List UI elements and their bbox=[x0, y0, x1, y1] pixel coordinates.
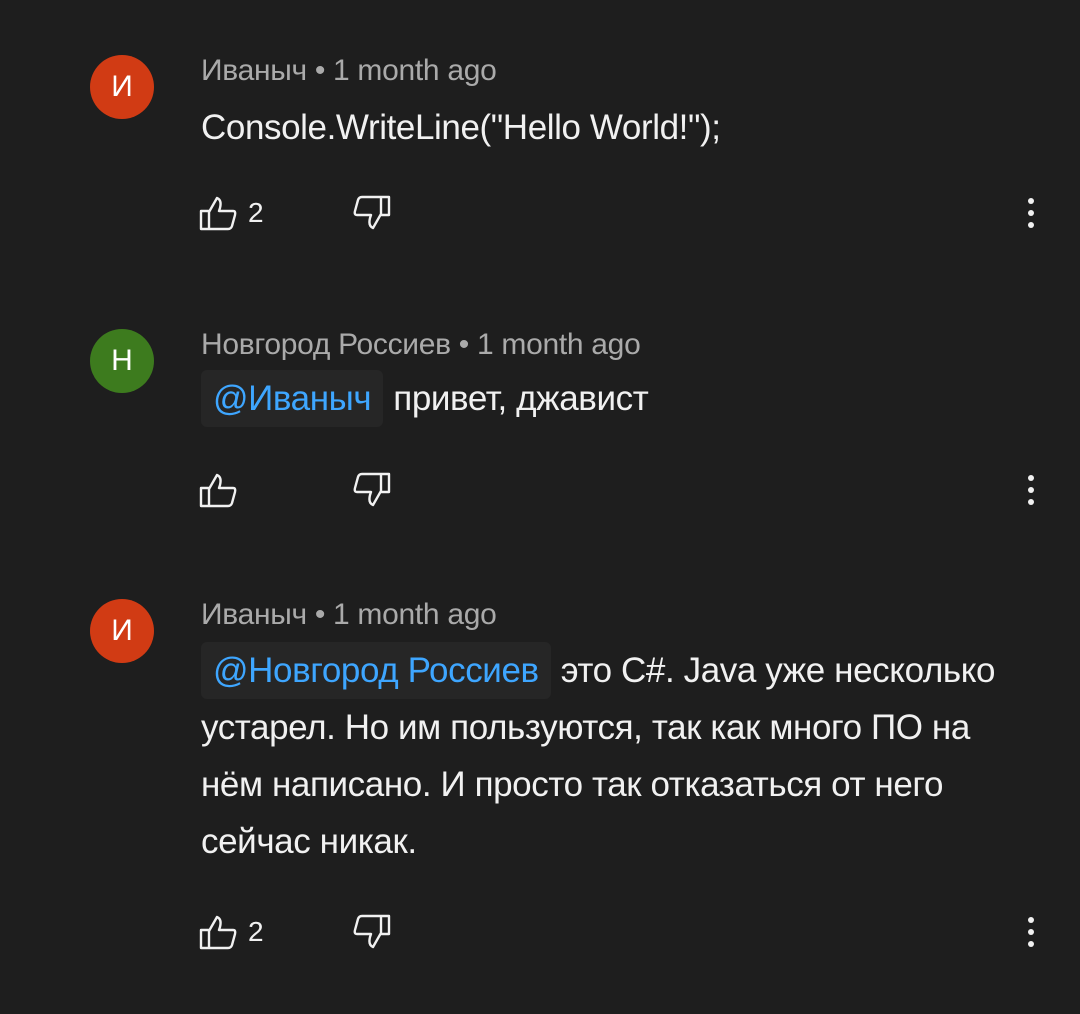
meta-separator: • bbox=[314, 598, 326, 631]
comment-text: Console.WriteLine("Hello World!"); bbox=[201, 99, 1041, 156]
meta-separator: • bbox=[458, 328, 470, 361]
comment-text: @Иваныч привет, джавист bbox=[201, 370, 1041, 427]
mention-link[interactable]: @Иваныч bbox=[201, 370, 384, 427]
mention-link[interactable]: @Новгород Россиев bbox=[201, 642, 551, 699]
avatar-letter: Н bbox=[111, 344, 133, 377]
comment-author[interactable]: Иваныч bbox=[201, 598, 307, 631]
more-vert-icon bbox=[1028, 475, 1034, 505]
comment-meta: Иваныч • 1 month ago bbox=[201, 598, 497, 632]
like-button[interactable]: 2 bbox=[198, 912, 264, 952]
meta-separator: • bbox=[314, 54, 326, 87]
comment-author[interactable]: Новгород Россиев bbox=[201, 328, 451, 361]
comment-text: @Новгород Россиев это C#. Java уже нескол… bbox=[201, 642, 1031, 870]
avatar[interactable]: И bbox=[90, 599, 154, 663]
avatar[interactable]: И bbox=[90, 55, 154, 119]
comment-text-content: привет, джавист bbox=[393, 379, 649, 418]
comment-time: 1 month ago bbox=[333, 598, 497, 631]
thumb-down-icon bbox=[353, 914, 391, 949]
more-options-button[interactable] bbox=[1016, 193, 1046, 233]
dislike-button[interactable] bbox=[352, 912, 392, 952]
thumb-up-icon bbox=[199, 473, 237, 508]
avatar-letter: И bbox=[111, 614, 133, 647]
dislike-button[interactable] bbox=[352, 470, 392, 510]
thumb-up-icon bbox=[199, 196, 237, 231]
thumb-down-icon bbox=[353, 195, 391, 230]
like-button[interactable]: 2 bbox=[198, 193, 264, 233]
comment-time: 1 month ago bbox=[476, 328, 641, 361]
more-options-button[interactable] bbox=[1016, 912, 1046, 952]
like-button[interactable] bbox=[198, 470, 238, 510]
dislike-button[interactable] bbox=[352, 193, 392, 233]
more-vert-icon bbox=[1028, 917, 1034, 947]
avatar[interactable]: Н bbox=[90, 329, 154, 393]
comment-text-content: Console.WriteLine("Hello World!"); bbox=[201, 108, 721, 147]
comment-author[interactable]: Иваныч bbox=[201, 54, 307, 87]
like-count: 2 bbox=[248, 916, 264, 947]
like-count: 2 bbox=[248, 197, 264, 228]
avatar-letter: И bbox=[111, 70, 133, 103]
thumb-up-icon bbox=[199, 915, 237, 950]
comment-time: 1 month ago bbox=[333, 54, 497, 87]
comment-meta: Иваныч • 1 month ago bbox=[201, 54, 497, 88]
more-options-button[interactable] bbox=[1016, 470, 1046, 510]
thumb-down-icon bbox=[353, 472, 391, 507]
more-vert-icon bbox=[1028, 198, 1034, 228]
comment-meta: Новгород Россиев • 1 month ago bbox=[201, 328, 641, 362]
